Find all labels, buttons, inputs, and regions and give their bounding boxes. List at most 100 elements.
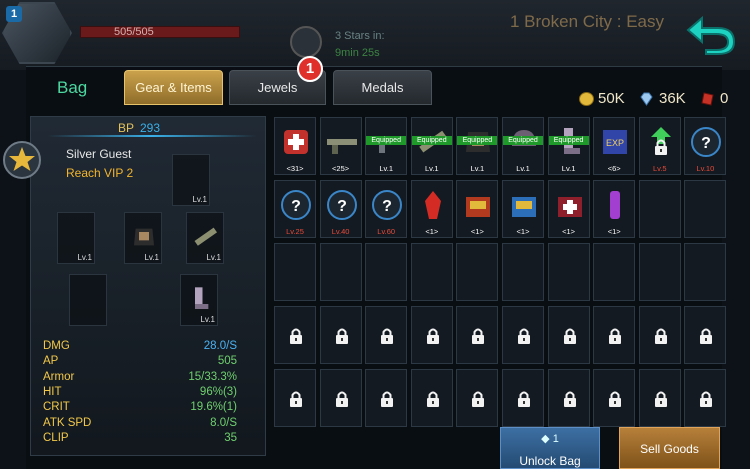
unlock-cost: ◆ 1 [541,433,559,445]
stat-value: 15/33.3% [188,370,237,383]
mystery-weapon-icon: ? [691,127,722,157]
locked-inventory-slot[interactable] [410,306,453,364]
locked-inventory-slot[interactable] [456,306,499,364]
inventory-item[interactable]: ? Lv.10 [684,117,727,175]
lock-icon [700,391,713,407]
stat-label: AP [43,355,59,368]
equip-slot[interactable]: Lv.1 [124,212,162,264]
locked-inventory-slot[interactable] [502,306,544,364]
lock-icon [381,328,394,344]
inventory-item[interactable]: <1> [410,180,453,238]
locked-inventory-slot[interactable] [593,306,636,364]
empty-inventory-slot[interactable] [638,243,681,301]
inventory-item[interactable]: Equipped Lv.1 [502,117,544,175]
item-level: Lv.40 [331,227,350,236]
locked-inventory-slot[interactable] [319,306,362,364]
medkit-chest-icon [557,197,582,217]
inventory-item[interactable]: Equipped Lv.1 [410,117,453,175]
svg-text:?: ? [702,135,712,152]
equip-slot-level: Lv.1 [77,253,92,262]
locked-inventory-slot[interactable] [638,306,681,364]
lock-icon [654,391,667,407]
back-arrow-icon[interactable] [682,10,738,56]
inventory-item[interactable]: <1> [547,180,590,238]
equipped-badge: Equipped [411,136,452,145]
lock-icon [609,328,622,344]
inventory-item[interactable]: EXP <6> [593,117,636,175]
stat-label: CLIP [43,431,69,444]
mystery-gun-icon: ? [372,190,403,220]
inventory-item[interactable]: Equipped Lv.1 [456,117,499,175]
inventory-item[interactable]: <31> [274,117,316,175]
inventory-item[interactable]: ? Lv.25 [274,180,316,238]
locked-inventory-slot[interactable] [274,369,316,427]
equip-slot[interactable]: Lv.1 [172,154,210,206]
svg-text:?: ? [337,198,347,215]
empty-inventory-slot[interactable] [684,180,727,238]
stat-label: Armor [43,370,75,383]
inventory-item[interactable]: ? Lv.40 [319,180,362,238]
vip-star-icon[interactable] [2,140,42,180]
inventory-item[interactable]: Equipped Lv.1 [547,117,590,175]
equip-slot-level: Lv.1 [192,195,207,204]
vip-status[interactable]: Reach VIP 2 [66,166,133,180]
lock-icon [700,328,713,344]
stat-label: DMG [43,340,70,352]
lock-icon [654,328,667,344]
empty-inventory-slot[interactable] [593,243,636,301]
locked-inventory-slot[interactable] [638,369,681,427]
empty-inventory-slot[interactable] [410,243,453,301]
lock-icon [563,328,576,344]
empty-inventory-slot[interactable] [547,243,590,301]
empty-inventory-slot[interactable] [319,243,362,301]
tab-gear-items[interactable]: Gear & Items [124,70,223,105]
equip-slot[interactable]: Lv.1 [186,212,224,264]
inventory-item[interactable]: ? Lv.60 [365,180,408,238]
locked-inventory-slot[interactable] [593,369,636,427]
inventory-item[interactable]: <1> [456,180,499,238]
empty-inventory-slot[interactable] [638,180,681,238]
tab-medals[interactable]: Medals [333,70,432,105]
empty-inventory-slot[interactable] [456,243,499,301]
lock-icon [426,391,439,407]
empty-inventory-slot[interactable] [684,243,727,301]
lock-icon [290,391,302,407]
locked-inventory-slot[interactable] [319,369,362,427]
item-level: Lv.1 [470,164,485,173]
purple-tube-icon [610,191,621,219]
inventory-item[interactable]: <1> [502,180,544,238]
red-chest-icon [466,197,491,217]
locked-inventory-slot[interactable] [456,369,499,427]
rifle-icon [326,139,357,154]
locked-inventory-slot[interactable] [502,369,544,427]
locked-inventory-slot[interactable] [410,369,453,427]
lock-icon [335,328,348,344]
unlock-bag-button[interactable]: ◆ 1 Unlock Bag [500,427,600,469]
lock-icon [472,328,485,344]
pistol-icon [62,217,92,257]
equipped-badge: Equipped [366,136,407,145]
inventory-item[interactable]: <25> [319,117,362,175]
equip-slot[interactable] [69,274,107,326]
locked-inventory-slot[interactable] [547,306,590,364]
locked-inventory-slot[interactable] [274,306,316,364]
locked-inventory-slot[interactable] [547,369,590,427]
locked-inventory-slot[interactable] [684,306,727,364]
empty-inventory-slot[interactable] [274,243,316,301]
inventory-item[interactable]: Lv.5 [638,117,681,175]
stat-value: 8.0/S [210,416,237,429]
equip-slot[interactable]: Lv.1 [57,212,95,264]
equip-slot[interactable]: Lv.1 [180,274,218,326]
item-level: Lv.1 [516,164,530,173]
locked-inventory-slot[interactable] [684,369,727,427]
gadget-icon [177,159,207,199]
inventory-item[interactable]: Equipped Lv.1 [365,117,408,175]
svg-text:?: ? [382,198,392,215]
empty-inventory-slot[interactable] [365,243,408,301]
empty-inventory-slot[interactable] [502,243,544,301]
locked-inventory-slot[interactable] [365,306,408,364]
inventory-item[interactable]: <1> [593,180,636,238]
locked-inventory-slot[interactable] [365,369,408,427]
sell-goods-button[interactable]: Sell Goods [619,427,720,469]
diamond-amount: 36K [659,90,686,107]
